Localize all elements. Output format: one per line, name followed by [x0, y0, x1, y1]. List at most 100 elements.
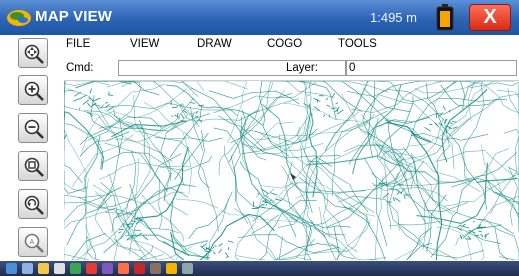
map-canvas[interactable]: [64, 80, 519, 260]
town-street-line: [218, 248, 223, 254]
taskbar: [0, 261, 519, 276]
town-street-line: [437, 124, 439, 128]
town-street-line: [429, 123, 433, 126]
town-street-line: [224, 252, 229, 258]
road-line: [382, 150, 481, 192]
town-street-line: [192, 113, 194, 118]
road-line: [241, 116, 309, 150]
zoom-previous-icon: [24, 195, 44, 215]
road-line: [441, 88, 488, 163]
town-street-line: [118, 231, 122, 234]
zoom-toolbar: A: [0, 35, 64, 261]
town-street-line: [79, 94, 87, 100]
town-street-line: [325, 97, 329, 101]
layer-label: Layer:: [286, 62, 318, 74]
taskbar-app-icon[interactable]: [134, 263, 145, 274]
road-line: [125, 234, 208, 248]
town-street-line: [480, 233, 483, 236]
town-street-line: [89, 88, 92, 94]
town-street-line: [131, 220, 137, 223]
road-line: [237, 234, 340, 254]
road-line: [114, 83, 166, 109]
town-street-line: [94, 97, 101, 102]
road-line: [113, 238, 145, 260]
taskbar-app-icon[interactable]: [70, 263, 81, 274]
road-line: [318, 81, 363, 112]
road-line: [259, 200, 317, 260]
menu-cogo[interactable]: COGO: [267, 38, 302, 50]
layer-input[interactable]: 0: [346, 60, 517, 76]
start-icon[interactable]: [6, 263, 17, 274]
town-street-line: [272, 189, 274, 191]
road-line: [297, 126, 375, 213]
town-street-line: [127, 231, 130, 235]
menu-view[interactable]: VIEW: [130, 38, 159, 50]
window-title: MAP VIEW: [35, 8, 113, 25]
road-line: [85, 224, 100, 260]
road-line: [75, 81, 132, 89]
menu-draw[interactable]: DRAW: [197, 38, 232, 50]
town-street-line: [392, 197, 396, 202]
town-street-line: [328, 114, 331, 118]
town-street-line: [208, 246, 210, 249]
road-line: [499, 256, 517, 260]
road-line: [175, 198, 219, 209]
road-line: [126, 238, 175, 260]
town-street-line: [462, 226, 470, 228]
town-street-line: [444, 118, 447, 124]
road-line: [87, 116, 163, 141]
zoom-window-button[interactable]: [18, 151, 48, 181]
town-street-line: [336, 109, 344, 115]
close-button[interactable]: X: [469, 4, 511, 31]
pan-magnifier-icon: [24, 44, 44, 64]
scale-readout: 1:495 m: [370, 10, 417, 25]
town-street-line: [303, 102, 310, 108]
town-street-line: [87, 102, 91, 107]
battery-icon: [436, 4, 454, 31]
app-logo-icon: [7, 10, 31, 26]
taskbar-app-icon[interactable]: [166, 263, 177, 274]
svg-text:A: A: [30, 239, 35, 246]
zoom-previous-button[interactable]: [18, 189, 48, 219]
road-line: [252, 182, 299, 222]
town-street-line: [181, 113, 185, 119]
town-street-line: [227, 240, 234, 243]
zoom-extents-button[interactable]: A: [18, 227, 48, 257]
road-line: [364, 157, 388, 246]
taskbar-app-icon[interactable]: [38, 263, 49, 274]
town-street-line: [322, 114, 326, 117]
menu-tools[interactable]: TOOLS: [338, 38, 377, 50]
town-street-line: [171, 115, 174, 118]
taskbar-app-icon[interactable]: [182, 263, 193, 274]
zoom-out-button[interactable]: [18, 113, 48, 143]
road-line: [250, 214, 280, 235]
menu-file[interactable]: FILE: [66, 38, 90, 50]
town-street-line: [396, 191, 400, 196]
town-street-line: [105, 101, 108, 104]
town-street-line: [218, 243, 223, 247]
zoom-in-button[interactable]: [18, 75, 48, 105]
road-line: [220, 209, 313, 224]
road-line: [462, 225, 514, 239]
title-bar: MAP VIEW 1:495 m X: [0, 0, 519, 35]
taskbar-app-icon[interactable]: [150, 263, 161, 274]
town-street-line: [472, 220, 475, 223]
town-street-line: [442, 105, 446, 111]
road-line: [283, 102, 361, 122]
road-line: [198, 81, 248, 90]
road-line: [490, 136, 519, 215]
road-line: [125, 95, 151, 219]
taskbar-app-icon[interactable]: [118, 263, 129, 274]
taskbar-app-icon[interactable]: [86, 263, 97, 274]
taskbar-app-icon[interactable]: [22, 263, 33, 274]
taskbar-app-icon[interactable]: [102, 263, 113, 274]
road-line: [121, 81, 196, 91]
road-line: [335, 194, 370, 227]
town-street-line: [93, 103, 101, 107]
taskbar-app-icon[interactable]: [54, 263, 65, 274]
town-street-line: [108, 94, 113, 96]
road-line: [508, 166, 519, 176]
road-line: [169, 106, 202, 158]
road-line: [403, 147, 501, 244]
pan-tool-button[interactable]: [18, 38, 48, 68]
